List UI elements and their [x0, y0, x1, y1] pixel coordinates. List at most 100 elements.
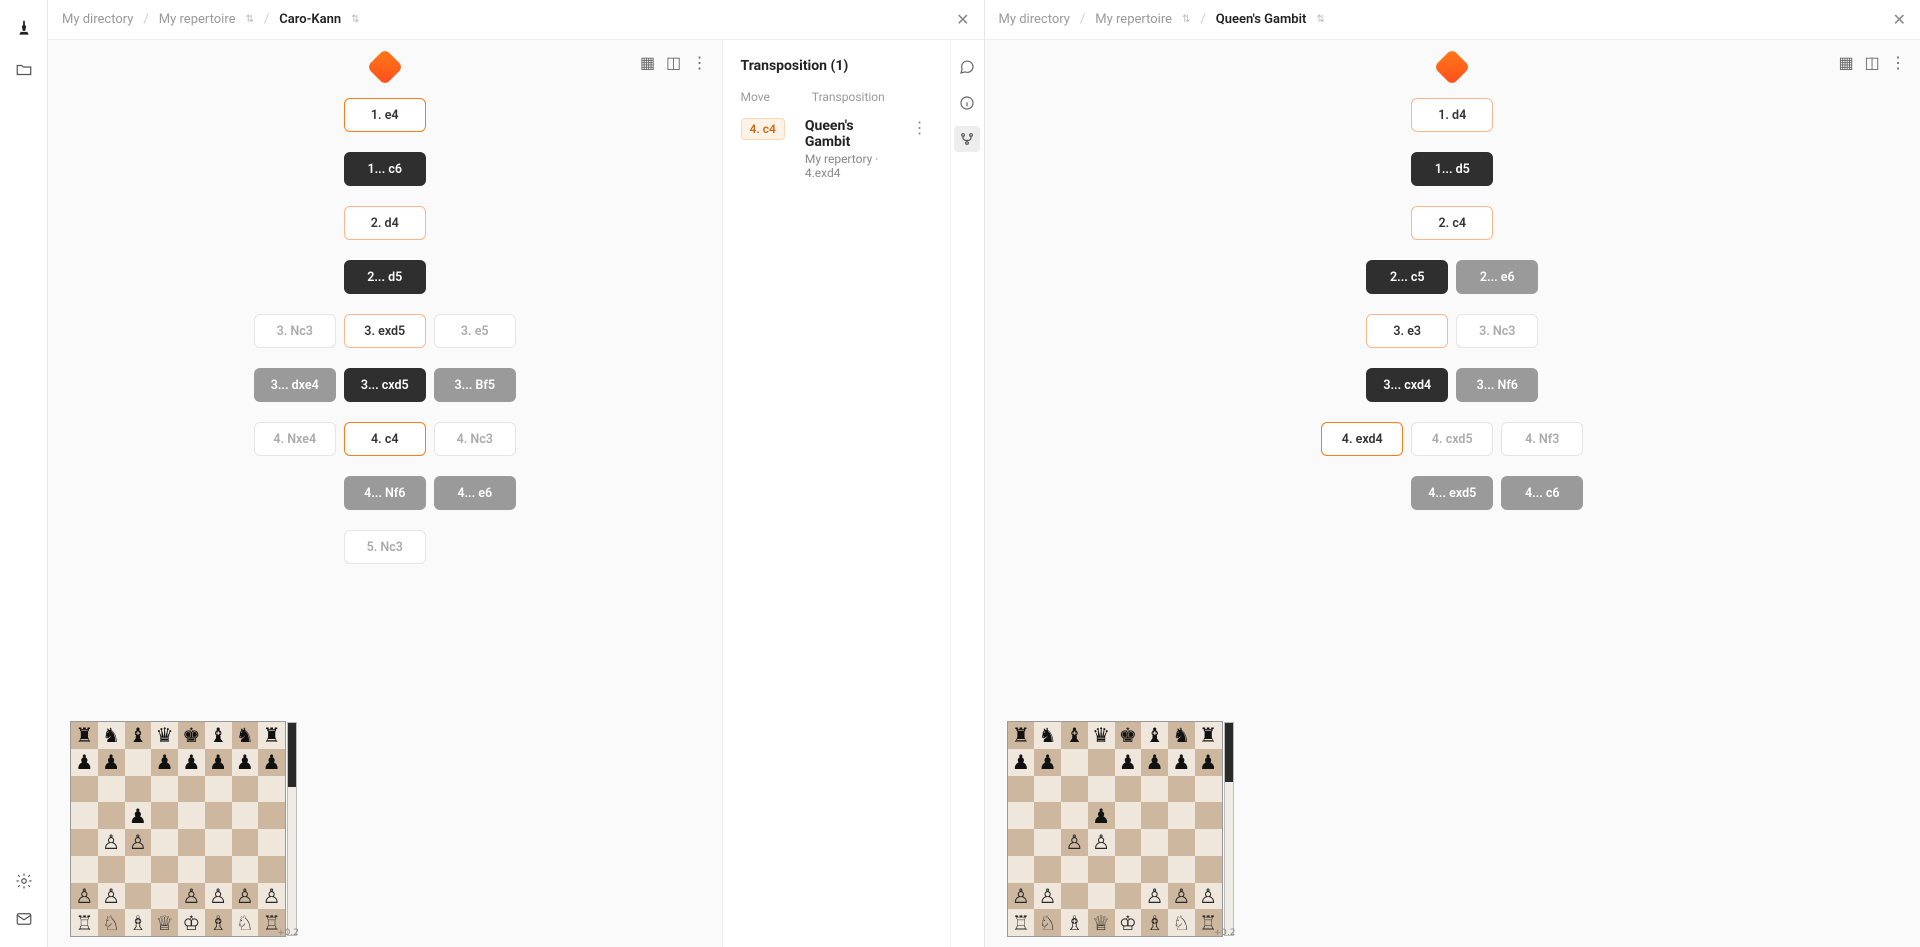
square[interactable]: [98, 856, 125, 883]
square[interactable]: [125, 856, 152, 883]
square[interactable]: [151, 802, 178, 829]
square[interactable]: ♔: [178, 909, 205, 936]
tree-node[interactable]: 4. cxd5: [1411, 422, 1493, 456]
square[interactable]: ♝: [205, 722, 232, 749]
square[interactable]: [1195, 829, 1222, 856]
square[interactable]: [1088, 776, 1115, 803]
mini-board[interactable]: +0.2 ♜♞♝♛♚♝♞♜♟♟♟♟♟♟♟♙♙♙♙♙♙♙♖♘♗♕♔♗♘♖: [1007, 721, 1223, 937]
square[interactable]: ♙: [205, 883, 232, 910]
crumb-0[interactable]: My directory: [999, 12, 1070, 27]
tree-node[interactable]: 5. Nc3: [344, 530, 426, 564]
square[interactable]: ♕: [151, 909, 178, 936]
square[interactable]: ♛: [151, 722, 178, 749]
square[interactable]: [1061, 883, 1088, 910]
tree-node[interactable]: 2. c4: [1411, 206, 1493, 240]
square[interactable]: ♗: [205, 909, 232, 936]
square[interactable]: [1115, 802, 1142, 829]
square[interactable]: [1115, 776, 1142, 803]
square[interactable]: ♟: [1008, 749, 1035, 776]
tree-node[interactable]: 3... Nf6: [1456, 368, 1538, 402]
square[interactable]: [1034, 802, 1061, 829]
square[interactable]: ♙: [98, 829, 125, 856]
close-icon[interactable]: ✕: [956, 12, 969, 28]
tree-node[interactable]: 1... c6: [344, 152, 426, 186]
square[interactable]: [1115, 856, 1142, 883]
square[interactable]: ♚: [1115, 722, 1142, 749]
square[interactable]: ♗: [125, 909, 152, 936]
comment-icon[interactable]: [954, 54, 980, 80]
square[interactable]: ♜: [1008, 722, 1035, 749]
square[interactable]: [1115, 883, 1142, 910]
square[interactable]: [1141, 802, 1168, 829]
tree-area-right[interactable]: ▦ ◫ ⋮ 1. d41... d52. c42... c52... e63. …: [985, 40, 1920, 947]
square[interactable]: ♟: [1034, 749, 1061, 776]
square[interactable]: ♟: [71, 749, 98, 776]
square[interactable]: ♟: [125, 802, 152, 829]
tree-node[interactable]: 4... Nf6: [344, 476, 426, 510]
square[interactable]: [71, 776, 98, 803]
square[interactable]: ♘: [1034, 909, 1061, 936]
square[interactable]: [1061, 749, 1088, 776]
square[interactable]: ♖: [1008, 909, 1035, 936]
tree-node[interactable]: 4... e6: [434, 476, 516, 510]
square[interactable]: [232, 776, 259, 803]
square[interactable]: ♙: [71, 883, 98, 910]
square[interactable]: ♘: [232, 909, 259, 936]
square[interactable]: [258, 776, 285, 803]
tree-node[interactable]: 1. d4: [1411, 98, 1493, 132]
square[interactable]: [1141, 856, 1168, 883]
chevron-updown-icon[interactable]: ⇅: [1312, 14, 1324, 25]
board-toggle-icon[interactable]: ▦: [1836, 52, 1856, 72]
tree-node[interactable]: 4... exd5: [1411, 476, 1493, 510]
tree-node[interactable]: 4... c6: [1501, 476, 1583, 510]
square[interactable]: [205, 856, 232, 883]
square[interactable]: ♙: [258, 883, 285, 910]
square[interactable]: ♟: [1195, 749, 1222, 776]
crumb-0[interactable]: My directory: [62, 12, 133, 27]
square[interactable]: [1034, 776, 1061, 803]
square[interactable]: [178, 829, 205, 856]
square[interactable]: [1195, 802, 1222, 829]
board-toggle-icon[interactable]: ▦: [638, 52, 658, 72]
branch-icon[interactable]: [954, 126, 980, 152]
square[interactable]: [71, 802, 98, 829]
crumb-2[interactable]: Caro-Kann: [279, 12, 341, 27]
square[interactable]: ♟: [232, 749, 259, 776]
square[interactable]: ♙: [1088, 829, 1115, 856]
crumb-1[interactable]: My repertoire: [1095, 12, 1172, 27]
square[interactable]: ♗: [1061, 909, 1088, 936]
square[interactable]: [1008, 776, 1035, 803]
square[interactable]: ♘: [98, 909, 125, 936]
square[interactable]: [1008, 856, 1035, 883]
square[interactable]: [1008, 802, 1035, 829]
transposition-row[interactable]: 4. c4 Queen's Gambit My repertory · 4.ex…: [723, 106, 950, 192]
crumb-1[interactable]: My repertoire: [159, 12, 236, 27]
square[interactable]: ♟: [1168, 749, 1195, 776]
square[interactable]: [151, 856, 178, 883]
tree-node[interactable]: 1. e4: [344, 98, 426, 132]
split-view-icon[interactable]: ◫: [664, 52, 684, 72]
square[interactable]: ♙: [1008, 883, 1035, 910]
square[interactable]: [1168, 776, 1195, 803]
square[interactable]: [98, 802, 125, 829]
square[interactable]: [1168, 802, 1195, 829]
tree-node[interactable]: 3. e5: [434, 314, 516, 348]
square[interactable]: ♟: [98, 749, 125, 776]
square[interactable]: ♝: [125, 722, 152, 749]
tree-node[interactable]: 2... e6: [1456, 260, 1538, 294]
square[interactable]: ♞: [232, 722, 259, 749]
square[interactable]: ♝: [1141, 722, 1168, 749]
tree-node[interactable]: 3. exd5: [344, 314, 426, 348]
square[interactable]: ♛: [1088, 722, 1115, 749]
square[interactable]: [125, 776, 152, 803]
chess-logo-icon[interactable]: [14, 18, 34, 38]
tree-node[interactable]: 3... dxe4: [254, 368, 336, 402]
chevron-updown-icon[interactable]: ⇅: [347, 14, 359, 25]
square[interactable]: ♘: [1168, 909, 1195, 936]
square[interactable]: ♟: [1141, 749, 1168, 776]
square[interactable]: ♙: [125, 829, 152, 856]
square[interactable]: ♖: [71, 909, 98, 936]
tree-root[interactable]: [1434, 49, 1471, 86]
square[interactable]: ♝: [1061, 722, 1088, 749]
folder-icon[interactable]: [14, 60, 34, 80]
